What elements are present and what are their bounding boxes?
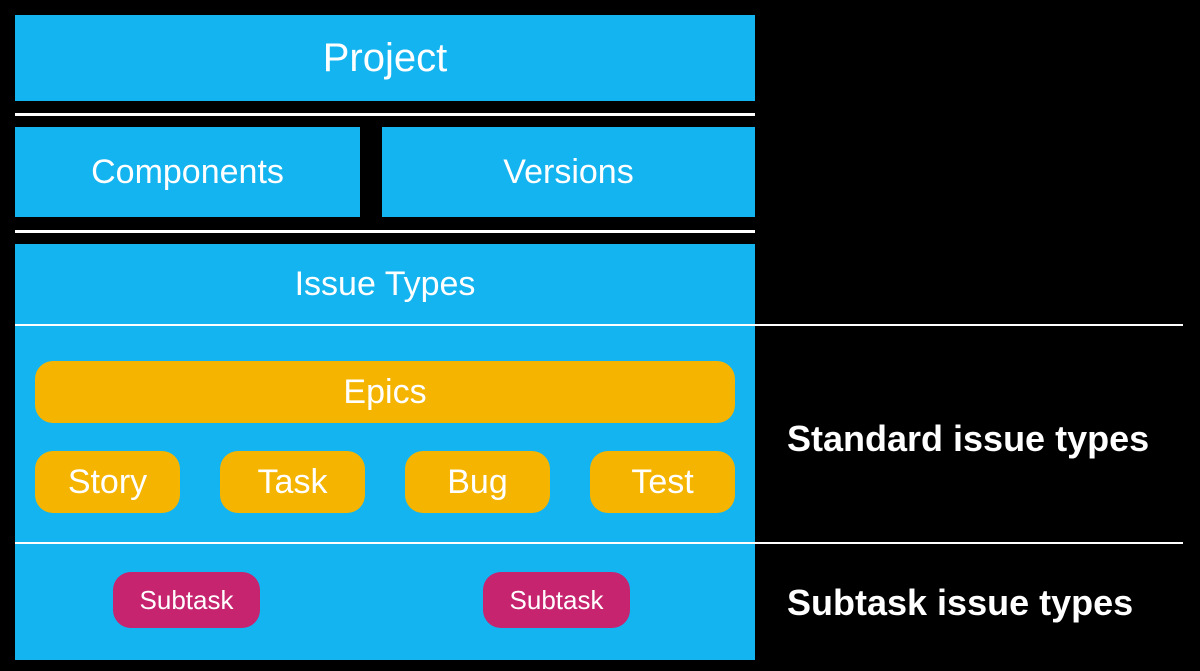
- issue-types-header: Issue Types: [15, 244, 755, 324]
- epics-label: Epics: [343, 373, 426, 412]
- issue-types-body: Epics Story Task Bug Test Subtask Subtas…: [15, 324, 755, 660]
- subtask-label-2: Subtask: [510, 585, 604, 616]
- test-label: Test: [631, 463, 693, 502]
- bug-pill: Bug: [405, 451, 550, 513]
- versions-label: Versions: [503, 153, 633, 192]
- issue-types-label: Issue Types: [295, 265, 476, 304]
- versions-box: Versions: [382, 127, 755, 217]
- components-label: Components: [91, 153, 284, 192]
- components-box: Components: [15, 127, 360, 217]
- task-pill: Task: [220, 451, 365, 513]
- story-label: Story: [68, 463, 147, 502]
- divider-1: [15, 113, 755, 116]
- subtask-pill-2: Subtask: [483, 572, 630, 628]
- divider-4: [15, 542, 1183, 544]
- test-pill: Test: [590, 451, 735, 513]
- story-pill: Story: [35, 451, 180, 513]
- epics-pill: Epics: [35, 361, 735, 423]
- task-label: Task: [258, 463, 328, 502]
- divider-3: [15, 324, 1183, 326]
- standard-issue-types-label: Standard issue types: [787, 418, 1149, 460]
- subtask-pill-1: Subtask: [113, 572, 260, 628]
- bug-label: Bug: [447, 463, 508, 502]
- divider-2: [15, 230, 755, 233]
- project-box: Project: [15, 15, 755, 101]
- diagram-canvas: Project Components Versions Issue Types …: [0, 0, 1200, 671]
- subtask-label-1: Subtask: [140, 585, 234, 616]
- project-label: Project: [323, 36, 448, 81]
- subtask-issue-types-label: Subtask issue types: [787, 582, 1133, 624]
